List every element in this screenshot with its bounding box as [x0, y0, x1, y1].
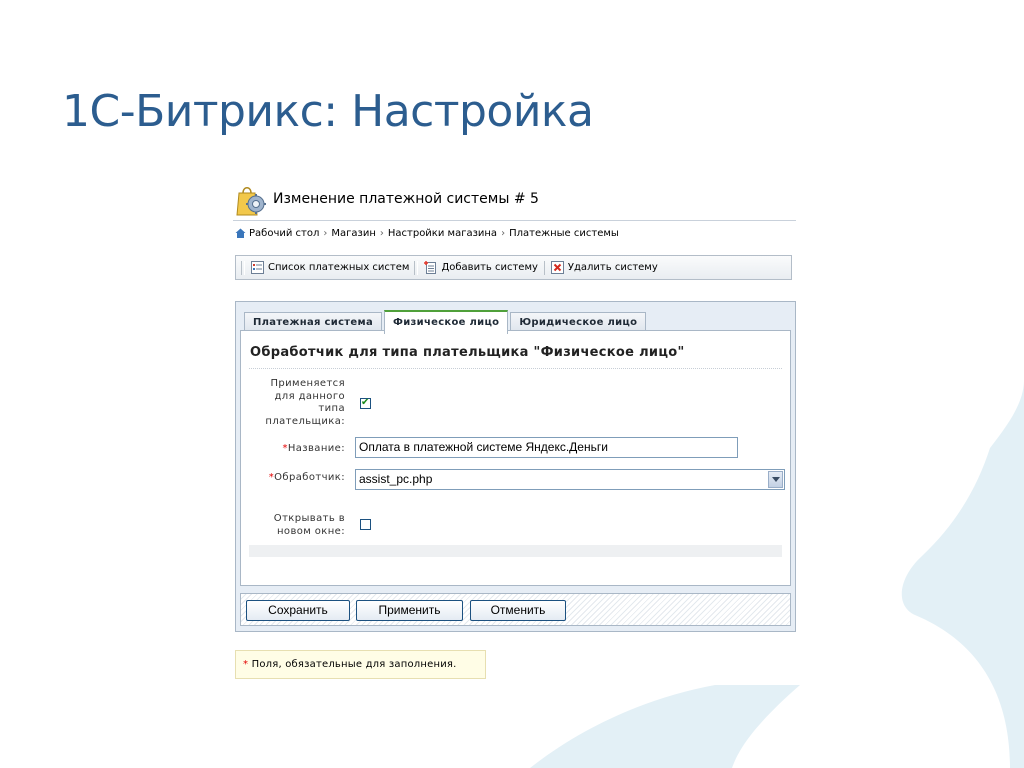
- section-divider: [249, 368, 782, 369]
- cancel-button[interactable]: Отменить: [470, 600, 566, 621]
- applies-checkbox[interactable]: ✔: [360, 397, 371, 409]
- delete-icon: [550, 261, 564, 274]
- delete-system-button[interactable]: Удалить систему: [550, 261, 658, 274]
- breadcrumb-separator-icon: ›: [501, 227, 506, 239]
- name-label: *Название:: [282, 443, 345, 454]
- admin-form-panel: Изменение платежной системы # 5 Рабочий …: [233, 180, 796, 690]
- breadcrumb-item-shop[interactable]: Магазин: [331, 228, 376, 239]
- delete-system-label: Удалить систему: [567, 262, 658, 273]
- add-document-icon: [424, 261, 437, 274]
- apply-button[interactable]: Применить: [356, 600, 463, 621]
- required-fields-note: * Поля, обязательные для заполнения.: [235, 650, 486, 679]
- name-input[interactable]: Оплата в платежной системе Яндекс.Деньги: [355, 437, 738, 458]
- handler-select[interactable]: assist_pc.php: [355, 469, 785, 490]
- button-row: Сохранить Применить Отменить: [240, 593, 791, 626]
- handler-label: *Обработчик:: [268, 472, 345, 483]
- add-system-button[interactable]: Добавить систему: [424, 261, 538, 274]
- tab-content: Обработчик для типа плательщика "Физичес…: [240, 330, 791, 586]
- edit-form: Платежная система Физическое лицо Юридич…: [235, 301, 796, 632]
- toolbar-separator: [414, 260, 419, 275]
- page-header: Изменение платежной системы # 5: [233, 180, 796, 221]
- add-system-label: Добавить систему: [441, 262, 538, 273]
- tab-individual[interactable]: Физическое лицо: [384, 310, 509, 334]
- list-payment-systems-button[interactable]: Список платежных систем: [251, 261, 409, 274]
- breadcrumb-item-shop-settings[interactable]: Настройки магазина: [388, 228, 497, 239]
- checkmark-icon: ✔: [361, 397, 370, 408]
- shop-settings-icon: [236, 187, 266, 216]
- breadcrumb: Рабочий стол › Магазин › Настройки магаз…: [235, 226, 619, 240]
- context-toolbar: Список платежных систем Добавить систему…: [235, 255, 792, 280]
- page-title: Изменение платежной системы # 5: [273, 191, 539, 207]
- toolbar-handle: [241, 260, 245, 275]
- breadcrumb-separator-icon: ›: [379, 227, 384, 239]
- tab-strip: Платежная система Физическое лицо Юридич…: [244, 310, 648, 334]
- new-window-checkbox[interactable]: [360, 519, 371, 530]
- slide-title: 1С-Битрикс: Настройка: [62, 86, 594, 137]
- applies-label: Применяется для данного типа плательщика…: [265, 378, 345, 427]
- section-title: Обработчик для типа плательщика "Физичес…: [250, 345, 685, 360]
- home-icon[interactable]: [235, 228, 246, 239]
- list-icon: [251, 261, 264, 274]
- save-button[interactable]: Сохранить: [246, 600, 350, 621]
- new-window-label: Открывать в новом окне:: [273, 513, 345, 537]
- handler-select-value: assist_pc.php: [359, 472, 433, 486]
- list-payment-systems-label: Список платежных систем: [268, 262, 410, 273]
- breadcrumb-item-desktop[interactable]: Рабочий стол: [249, 228, 319, 239]
- form-footer-bar: [249, 545, 782, 557]
- toolbar-separator: [543, 260, 545, 275]
- breadcrumb-item-payment-systems[interactable]: Платежные системы: [509, 228, 619, 239]
- breadcrumb-separator-icon: ›: [323, 227, 328, 239]
- chevron-down-icon[interactable]: [768, 471, 783, 488]
